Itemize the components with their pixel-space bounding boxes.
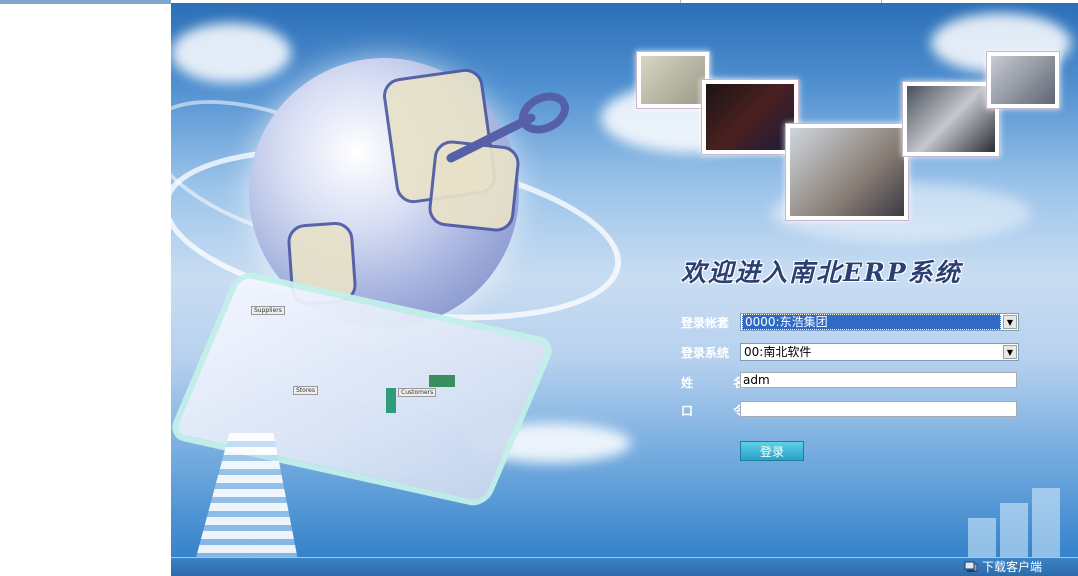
system-label: 登录系统 [681,346,730,360]
footer-bar [171,557,1078,576]
account-label: 登录帐套 [681,316,730,330]
key-icon [446,92,569,163]
download-client-label: 下载客户端 [981,560,1042,574]
photo-office [986,51,1060,109]
photo-money [636,51,710,109]
login-banner: Suppliers Stores Customers 欢迎进入南北ERP系统 登… [171,3,1078,576]
building-icon [386,388,396,413]
system-select[interactable]: 00:南北软件 ▼ [740,343,1019,361]
decorative-blocks [938,488,1078,558]
diagram-label: Suppliers [251,306,285,315]
account-select[interactable]: 0000:东浩集团 ▼ [740,313,1019,331]
chevron-down-icon[interactable]: ▼ [1003,345,1017,359]
password-label: 口 令 [681,404,764,418]
computer-icon [964,561,978,572]
building-icon [429,375,455,387]
welcome-title: 欢迎进入南北ERP系统 [681,258,962,287]
cloud [171,23,291,83]
chevron-down-icon[interactable]: ▼ [1003,315,1017,329]
diagram-label: Stores [293,386,318,395]
top-strip [0,0,171,4]
name-label: 姓 名 [681,376,764,390]
system-select-value: 00:南北软件 [744,345,812,359]
diagram-label: Customers [398,388,437,397]
login-button[interactable]: 登录 [740,441,804,461]
account-select-value: 0000:东浩集团 [742,314,1001,330]
download-client-link[interactable]: 下载客户端 [964,558,1042,575]
photo-meeting [785,123,909,221]
password-input[interactable] [740,401,1017,417]
name-input[interactable] [740,372,1017,388]
